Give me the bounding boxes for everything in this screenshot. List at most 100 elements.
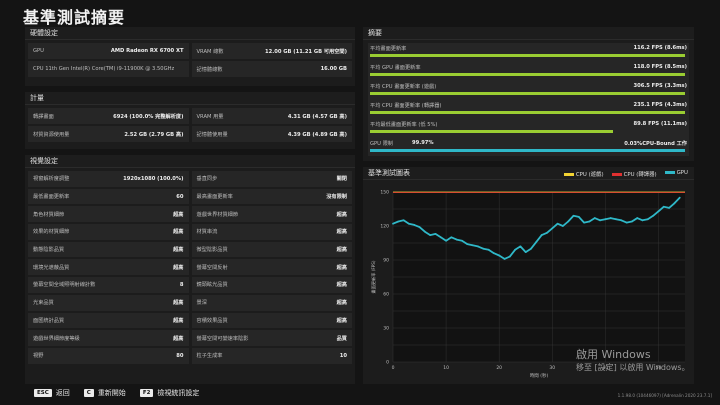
- hw-cpu: CPU 11th Gen Intel(R) Core(TM) i9-11900K…: [28, 61, 189, 77]
- c-key: C: [83, 389, 94, 397]
- summary-bar: [370, 54, 685, 57]
- visual-setting-value: 超高: [173, 317, 184, 324]
- gpu-data-point: [466, 243, 469, 246]
- view-settings-label: 檢視統訊設定: [157, 389, 200, 397]
- gpu-data-point: [429, 234, 432, 236]
- gpu-data-point: [593, 217, 596, 219]
- summary-header: 摘要: [363, 27, 694, 40]
- hardware-panel: 硬體設定 GPU AMD Radeon RX 6700 XT VRAM 總數 12.…: [25, 27, 355, 86]
- metrics-header: 計量: [25, 92, 355, 105]
- hw-cpu-label: CPU 11th Gen Intel(R) Core(TM) i9-11900K…: [33, 66, 175, 72]
- summary-bar: [370, 92, 685, 95]
- gpu-data-point: [572, 214, 575, 217]
- visual-setting-label: 視窗解析度調整: [33, 176, 70, 183]
- metrics-panel: 計量 轉譯畫面 6924 (100.0% 完整解析度) VRAM 用量 4.31 G…: [25, 92, 355, 149]
- legend-label: CPU (轉譯器): [623, 172, 657, 178]
- y-tick-label: 0: [386, 360, 389, 366]
- y-tick-label: 120: [380, 224, 389, 230]
- gpu-limit-label: GPU 限制: [370, 141, 393, 147]
- visual-setting-label: 最高畫面更新率: [196, 194, 233, 201]
- summary-label: 平均 GPU 畫面更新率: [370, 65, 421, 71]
- gpu-data-point: [434, 233, 437, 235]
- gpu-data-point: [546, 231, 548, 234]
- gpu-data-point: [535, 240, 538, 243]
- gpu-limit-cpu-bound: 0.03%CPU-Bound 工作: [624, 141, 687, 147]
- metric-vram: VRAM 用量 4.31 GB (4.57 GB 高): [191, 108, 352, 124]
- gpu-data-point: [487, 248, 490, 251]
- gpu-data-point: [668, 206, 670, 209]
- visual-setting-label: 粒子生成率: [196, 353, 223, 360]
- gpu-data-point: [530, 247, 532, 250]
- view-settings-button[interactable]: F2 檢視統訊設定: [139, 388, 200, 398]
- chart-legend: CPU (遊戲) CPU (轉譯器) GPU: [563, 170, 688, 178]
- summary-bar: [370, 130, 613, 133]
- gpu-data-point: [519, 245, 522, 248]
- visual-setting-row: 最高畫面更新率 沒有限制: [191, 188, 352, 205]
- gpu-data-point: [556, 222, 559, 225]
- visual-setting-label: 遊戲世界細節度等級: [33, 335, 80, 342]
- metric-texture-label: 材質資源使用量: [33, 131, 70, 138]
- visual-setting-row: 微型陰影品質 超高: [191, 241, 352, 258]
- x-tick-label: 30: [549, 365, 555, 371]
- visual-setting-label: 面匯統計品質: [33, 317, 65, 324]
- gpu-data-point: [514, 248, 517, 251]
- gpu-data-point: [482, 247, 485, 250]
- hw-ram-value: 16.00 GB: [320, 66, 347, 72]
- back-button[interactable]: ESC 返回: [34, 388, 70, 398]
- hw-vram-value: 12.00 GB (11.21 GB 可用空間): [265, 48, 347, 55]
- visual-setting-row: 垂直同步 關閉: [191, 171, 352, 187]
- gpu-data-point: [588, 220, 591, 223]
- visual-setting-label: 效果的材質細節: [33, 229, 70, 236]
- visual-setting-row: 遊戲世界材質細節 超高: [191, 206, 352, 223]
- legend-item: GPU: [664, 170, 688, 178]
- visual-setting-label: 材質串流: [196, 229, 218, 236]
- x-tick-label: 20: [496, 365, 502, 371]
- summary-value: 116.2 FPS (8.6ms): [633, 45, 687, 51]
- visual-setting-row: 動態陰影品質 超高: [28, 241, 189, 258]
- gpu-limit-value: 99.97%: [412, 140, 434, 146]
- x-tick-label: 0: [392, 365, 395, 371]
- footer-actions: ESC 返回 C 重新開始 F2 檢視統訊設定: [34, 388, 213, 398]
- visual-setting-row: 視野 80: [28, 347, 189, 364]
- visual-setting-label: 鏡頭眩光品質: [196, 282, 228, 289]
- visual-setting-label: 容積效果品質: [196, 317, 228, 324]
- metric-texture: 材質資源使用量 2.52 GB (2.79 GB 高): [28, 126, 189, 142]
- visual-setting-value: 超高: [173, 211, 184, 218]
- gpu-limit-row: GPU 限制 99.97% 0.03%CPU-Bound 工作: [368, 138, 689, 156]
- gpu-data-point: [583, 221, 586, 224]
- visual-setting-value: 1920x1080 (100.0%): [123, 175, 184, 182]
- gpu-limit-bar: [370, 149, 685, 152]
- gpu-data-point: [461, 239, 463, 242]
- restart-button[interactable]: C 重新開始: [83, 388, 126, 398]
- gpu-data-point: [439, 236, 442, 239]
- visual-setting-label: 角色材質細節: [33, 211, 65, 218]
- gpu-data-point: [673, 202, 676, 205]
- summary-bar: [370, 73, 685, 76]
- hardware-header: 硬體設定: [25, 27, 355, 40]
- gpu-data-point: [524, 251, 527, 253]
- metric-frames-value: 6924 (100.0% 完整解析度): [113, 113, 184, 120]
- gpu-data-point: [418, 226, 421, 229]
- gpu-data-point: [397, 220, 400, 223]
- visual-setting-label: 最低畫面更新率: [33, 194, 70, 201]
- gpu-data-point: [567, 220, 570, 223]
- y-tick-label: 60: [383, 292, 389, 298]
- visual-setting-value: 超高: [336, 264, 347, 271]
- visual-setting-label: 微型陰影品質: [196, 247, 228, 254]
- x-tick-label: 10: [443, 365, 449, 371]
- gpu-data-point: [492, 252, 495, 255]
- gpu-data-point: [646, 218, 649, 221]
- summary-row: 平均 CPU 畫面更新率 (遊戲) 306.5 FPS (3.3ms): [368, 81, 689, 100]
- y-tick-label: 30: [383, 326, 389, 332]
- gpu-data-point: [408, 222, 410, 225]
- hw-gpu-value: AMD Radeon RX 6700 XT: [110, 48, 184, 54]
- summary-row: 平均最低畫面更新率 (低 5%) 89.8 FPS (11.1ms): [368, 119, 689, 138]
- summary-value: 89.8 FPS (11.1ms): [633, 121, 687, 127]
- y-tick-label: 90: [383, 258, 389, 264]
- page-title: 基準測試摘要: [23, 8, 126, 27]
- visual-setting-value: 超高: [173, 229, 184, 236]
- visual-setting-label: 螢幕空間全域照明射線計數: [33, 282, 96, 289]
- gpu-data-point: [615, 218, 617, 221]
- metric-memory-label: 記憶體使用量: [196, 131, 228, 138]
- visual-setting-value: 超高: [336, 211, 347, 218]
